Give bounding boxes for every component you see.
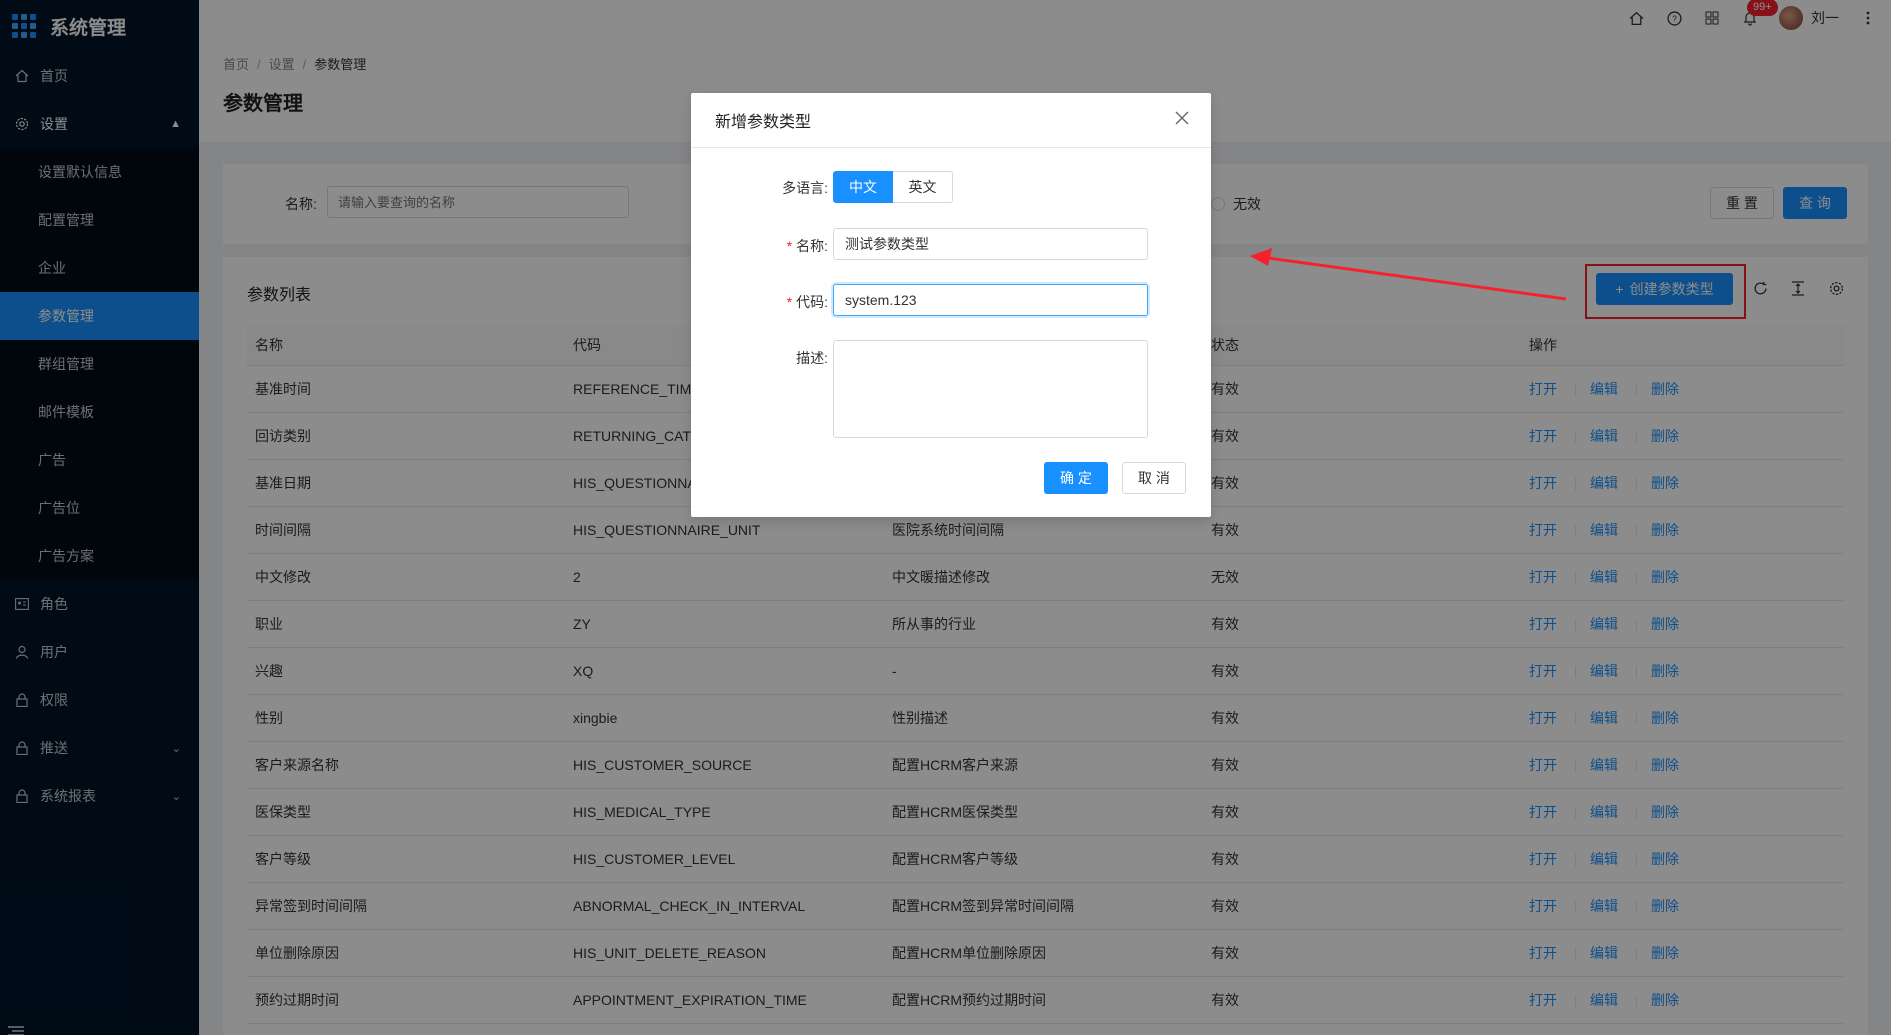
lang-en-button[interactable]: 英文 bbox=[893, 171, 953, 203]
add-param-type-modal: 新增参数类型 多语言: 中文 英文 *名称: *代码: 描述: 确 定 取 消 bbox=[691, 93, 1211, 517]
name-label: * 名称: bbox=[786, 238, 828, 254]
code-field[interactable] bbox=[833, 284, 1148, 316]
lang-toggle: 中文 英文 bbox=[833, 171, 953, 203]
name-field[interactable] bbox=[833, 228, 1148, 260]
code-row: * 代码: bbox=[691, 284, 1211, 316]
lang-label: 多语言: bbox=[782, 180, 828, 196]
code-label: * 代码: bbox=[786, 294, 828, 310]
desc-label: 描述: bbox=[796, 350, 828, 366]
ok-button[interactable]: 确 定 bbox=[1044, 462, 1108, 494]
desc-row: 描述: bbox=[691, 340, 1211, 438]
required-mark: * bbox=[786, 238, 793, 254]
required-mark: * bbox=[786, 294, 793, 310]
lang-row: 多语言: 中文 英文 bbox=[691, 171, 1211, 203]
description-textarea[interactable] bbox=[833, 340, 1148, 438]
lang-zh-button[interactable]: 中文 bbox=[833, 171, 893, 203]
modal-title: 新增参数类型 bbox=[691, 93, 1211, 148]
name-row: * 名称: bbox=[691, 228, 1211, 260]
close-icon[interactable] bbox=[1175, 111, 1193, 129]
cancel-button[interactable]: 取 消 bbox=[1122, 462, 1186, 494]
